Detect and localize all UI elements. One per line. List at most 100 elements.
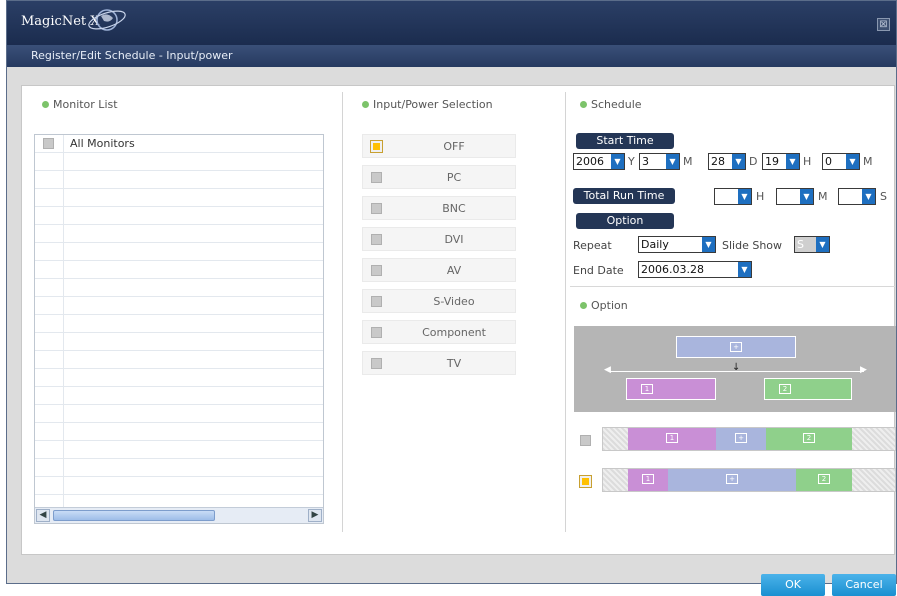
right-schedule-block: 2 <box>764 378 852 400</box>
hour-select[interactable]: 19 ▼ <box>762 153 800 170</box>
ok-button[interactable]: OK <box>761 574 825 596</box>
input-option-checkbox[interactable] <box>371 171 382 183</box>
folder-icon: + <box>735 433 747 443</box>
segment-main: + <box>716 428 766 450</box>
chevron-down-icon[interactable]: ▼ <box>846 154 859 169</box>
folder-icon: 2 <box>818 474 830 484</box>
folder-icon: 1 <box>666 433 678 443</box>
close-icon[interactable]: ⊠ <box>877 18 890 31</box>
horizontal-scrollbar[interactable]: ◀ ▶ <box>35 507 323 523</box>
option-label: Option <box>576 213 674 229</box>
chevron-down-icon[interactable]: ▼ <box>816 237 829 252</box>
input-option-pc[interactable]: PC <box>362 165 516 189</box>
run-hours-select[interactable]: ▼ <box>714 188 752 205</box>
segment-main: + <box>668 469 796 491</box>
input-option-tv[interactable]: TV <box>362 351 516 375</box>
folder-icon: + <box>726 474 738 484</box>
run-seconds-select[interactable]: ▼ <box>838 188 876 205</box>
slideshow-value: S <box>797 238 804 251</box>
monitor-list[interactable]: All Monitors ◀ ▶ <box>34 134 324 524</box>
chevron-down-icon[interactable]: ▼ <box>738 262 751 277</box>
schedule-title: Schedule <box>591 98 642 111</box>
month-select[interactable]: 3 ▼ <box>639 153 680 170</box>
minute-value: 0 <box>825 155 832 168</box>
option-row-1-checkbox[interactable] <box>580 435 591 446</box>
chevron-down-icon[interactable]: ▼ <box>732 154 745 169</box>
option-row-1-timeline[interactable]: 1 + 2 <box>602 427 896 451</box>
day-select[interactable]: 28 ▼ <box>708 153 746 170</box>
content-panel: Monitor List All Monitors ◀ ▶ Input/Powe… <box>21 85 896 555</box>
chevron-down-icon[interactable]: ▼ <box>666 154 679 169</box>
minute-select[interactable]: 0 ▼ <box>822 153 860 170</box>
input-option-checkbox[interactable] <box>371 357 382 369</box>
start-time-label: Start Time <box>576 133 674 149</box>
input-option-checkbox[interactable] <box>371 264 382 276</box>
row-divider <box>63 405 64 422</box>
repeat-select[interactable]: Daily ▼ <box>638 236 716 253</box>
chevron-down-icon[interactable]: ▼ <box>738 189 751 204</box>
chevron-down-icon[interactable]: ▼ <box>611 154 624 169</box>
folder-icon: 2 <box>779 384 791 394</box>
empty-row <box>35 315 323 333</box>
slideshow-select[interactable]: S ▼ <box>794 236 830 253</box>
input-option-checkbox[interactable] <box>371 326 382 338</box>
option-row-2-checkbox[interactable] <box>579 475 592 488</box>
option-row-2-timeline[interactable]: 1 + 2 <box>602 468 896 492</box>
scroll-left-icon[interactable]: ◀ <box>36 509 50 522</box>
repeat-label: Repeat <box>573 239 612 252</box>
row-divider <box>63 459 64 476</box>
input-option-label: TV <box>446 356 462 370</box>
input-option-off[interactable]: OFF <box>362 134 516 158</box>
input-option-checkbox[interactable] <box>371 233 382 245</box>
input-option-checkbox[interactable] <box>371 202 382 214</box>
year-select[interactable]: 2006 ▼ <box>573 153 625 170</box>
input-option-label: AV <box>446 263 462 277</box>
arrow-down-icon: ↓ <box>732 362 741 373</box>
input-option-component[interactable]: Component <box>362 320 516 344</box>
divider <box>342 92 343 532</box>
scrollbar-thumb[interactable] <box>53 510 215 521</box>
empty-row <box>35 297 323 315</box>
input-power-title: Input/Power Selection <box>373 98 493 111</box>
input-option-av[interactable]: AV <box>362 258 516 282</box>
input-option-label: S-Video <box>433 294 475 308</box>
folder-icon: + <box>730 342 742 352</box>
end-date-label: End Date <box>573 264 624 277</box>
cancel-button[interactable]: Cancel <box>832 574 896 596</box>
segment-1: 1 <box>628 469 668 491</box>
bullet-icon <box>580 101 587 108</box>
empty-row <box>35 171 323 189</box>
divider <box>565 92 566 532</box>
bullet-icon <box>580 302 587 309</box>
row-divider <box>63 423 64 440</box>
row-divider <box>63 171 64 188</box>
scroll-right-icon[interactable]: ▶ <box>308 509 322 522</box>
input-option-bnc[interactable]: BNC <box>362 196 516 220</box>
input-option-s-video[interactable]: S-Video <box>362 289 516 313</box>
title-bar[interactable]: MagicNet X ⊠ <box>7 1 896 45</box>
globe-logo-icon <box>88 9 126 31</box>
total-run-time-label: Total Run Time <box>573 188 675 204</box>
input-option-dvi[interactable]: DVI <box>362 227 516 251</box>
empty-row <box>35 207 323 225</box>
monitor-checkbox[interactable] <box>43 138 54 149</box>
dialog-title: Register/Edit Schedule - Input/power <box>7 45 896 67</box>
application-window: MagicNet X ⊠ Register/Edit Schedule - In… <box>6 0 897 596</box>
end-date-select[interactable]: 2006.03.28 ▼ <box>638 261 752 278</box>
input-option-checkbox[interactable] <box>371 295 382 307</box>
chevron-down-icon[interactable]: ▼ <box>800 189 813 204</box>
input-option-label: BNC <box>442 201 466 215</box>
schedule-header: Schedule <box>580 98 642 111</box>
input-option-checkbox[interactable] <box>370 139 383 153</box>
chevron-down-icon[interactable]: ▼ <box>702 237 715 252</box>
month-value: 3 <box>642 155 649 168</box>
chevron-down-icon[interactable]: ▼ <box>786 154 799 169</box>
monitor-item[interactable]: All Monitors <box>35 135 323 153</box>
run-seconds-unit: S <box>880 190 887 203</box>
chevron-down-icon[interactable]: ▼ <box>862 189 875 204</box>
empty-row <box>35 477 323 495</box>
left-schedule-block: 1 <box>626 378 716 400</box>
row-divider <box>63 243 64 260</box>
empty-row <box>35 225 323 243</box>
run-minutes-select[interactable]: ▼ <box>776 188 814 205</box>
